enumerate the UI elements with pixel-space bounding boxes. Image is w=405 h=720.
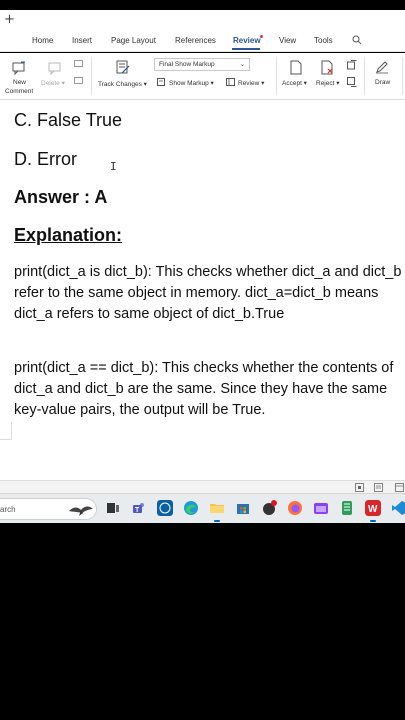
reviewing-pane-icon[interactable]	[226, 78, 236, 87]
svg-text:W: W	[368, 504, 378, 515]
markup-mode-select[interactable]: Final Show Markup ⌄	[154, 58, 250, 71]
ribbon-separator	[91, 57, 92, 95]
reject-icon[interactable]	[320, 60, 334, 75]
wps-running-indicator	[370, 520, 376, 522]
video-editor-icon[interactable]	[313, 500, 329, 516]
option-c-text: C. False True	[14, 110, 123, 130]
tab-references[interactable]: References	[175, 36, 216, 45]
menu-bar: Home Insert Page Layout References Revie…	[0, 32, 405, 52]
teams-icon[interactable]: T	[131, 500, 147, 516]
svg-text:T: T	[135, 507, 140, 514]
accept-icon[interactable]	[289, 60, 303, 75]
new-tab-button[interactable]: +	[4, 12, 15, 27]
web-layout-icon[interactable]	[395, 483, 404, 492]
ribbon-separator	[402, 57, 403, 95]
github-desktop-icon[interactable]	[261, 500, 277, 516]
explanation-paragraph-2: print(dict_a == dict_b): This checks whe…	[14, 360, 394, 418]
taskbar-search-box[interactable]: arch	[0, 498, 97, 520]
dell-icon[interactable]	[157, 500, 173, 516]
option-d-text: D. Error	[14, 149, 77, 169]
new-comment-icon[interactable]	[12, 61, 26, 75]
review-pane-label[interactable]: Review ▾	[238, 79, 264, 87]
task-view-icon[interactable]	[105, 500, 121, 516]
previous-change-icon[interactable]	[347, 60, 357, 70]
tab-tools[interactable]: Tools	[314, 36, 333, 45]
explanation-paragraph-1: print(dict_a is dict_b): This checks whe…	[14, 264, 402, 322]
track-changes-label[interactable]: Track Changes ▾	[98, 80, 147, 88]
top-black-strip	[0, 0, 405, 10]
reject-label[interactable]: Reject ▾	[316, 79, 340, 87]
read-mode-icon[interactable]	[374, 483, 383, 492]
tab-view[interactable]: View	[279, 36, 296, 45]
ribbon-separator	[364, 57, 365, 95]
layout-view-icon[interactable]	[355, 483, 364, 492]
explanation-heading-colon: :	[116, 225, 123, 245]
draw-pen-icon[interactable]	[375, 60, 389, 74]
next-comment-icon	[74, 77, 83, 84]
delete-comment-icon	[48, 62, 61, 75]
show-markup-icon[interactable]	[157, 78, 166, 87]
tab-insert[interactable]: Insert	[72, 36, 92, 45]
markup-mode-value: Final Show Markup	[159, 61, 215, 68]
bird-illustration-icon	[69, 506, 93, 516]
tab-review[interactable]: Review	[233, 36, 261, 45]
document-page[interactable]: C. False True I D. Error Answer : A Expl…	[0, 100, 405, 480]
delete-label: Delete ▾	[41, 80, 65, 87]
file-explorer-icon[interactable]	[209, 500, 225, 516]
next-change-icon[interactable]	[347, 77, 357, 87]
search-icon[interactable]	[352, 35, 362, 45]
accept-label[interactable]: Accept ▾	[282, 79, 307, 87]
taskbar-search-placeholder: arch	[0, 505, 16, 514]
explanation-heading: Explanation:	[14, 225, 122, 246]
screen: + Home Insert Page Layout References Rev…	[0, 0, 405, 720]
firefox-icon[interactable]	[287, 500, 303, 516]
review-ribbon: New Comment Delete ▾ Track Changes ▾ Fin…	[0, 53, 405, 100]
tab-bar: +	[0, 10, 405, 32]
draw-label[interactable]: Draw	[375, 79, 390, 86]
new-comment-label[interactable]: New	[13, 79, 26, 86]
chevron-down-icon: ⌄	[239, 62, 245, 68]
review-notification-dot	[260, 35, 263, 38]
file-explorer-running-indicator	[214, 520, 220, 522]
show-markup-label[interactable]: Show Markup ▾	[169, 79, 214, 87]
green-app-icon[interactable]	[339, 500, 355, 516]
explanation-heading-text: Explanation	[14, 225, 117, 245]
track-changes-icon[interactable]	[116, 60, 130, 75]
status-bar	[0, 480, 405, 493]
taskbar: arch T W	[0, 493, 405, 523]
new-comment-label-2[interactable]: Comment	[5, 88, 33, 95]
answer-text: Answer : A	[14, 187, 108, 207]
microsoft-store-icon[interactable]	[235, 500, 251, 516]
previous-comment-icon	[74, 60, 83, 67]
active-tab-underline	[232, 48, 260, 50]
edge-browser-icon[interactable]	[183, 500, 199, 516]
ribbon-separator	[276, 57, 277, 95]
margin-marker	[0, 422, 12, 440]
black-lower-area	[0, 523, 405, 720]
tab-page-layout[interactable]: Page Layout	[111, 36, 156, 45]
text-cursor-icon: I	[110, 160, 117, 173]
tab-home[interactable]: Home	[32, 36, 53, 45]
vscode-icon[interactable]	[391, 500, 405, 516]
wps-office-icon[interactable]: W	[365, 500, 381, 516]
